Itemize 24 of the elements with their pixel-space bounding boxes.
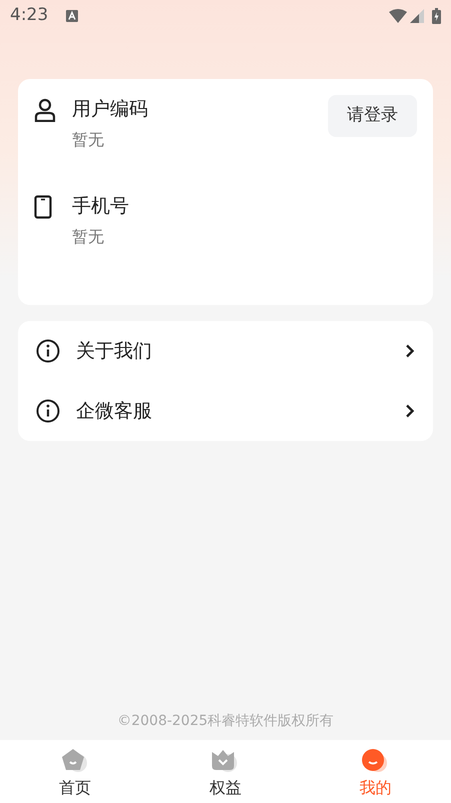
- menu-item[interactable]: 企微客服: [18, 381, 433, 441]
- face-icon: [361, 748, 390, 774]
- tab[interactable]: 权益: [150, 740, 300, 803]
- battery-icon: [432, 8, 441, 24]
- keyboard-icon: [66, 10, 78, 22]
- login-button[interactable]: 请登录: [328, 95, 417, 136]
- tab[interactable]: 首页: [0, 740, 150, 803]
- phone-icon: [34, 194, 52, 219]
- wifi-icon: [389, 9, 407, 23]
- pentagon-icon: [61, 748, 90, 774]
- signal-icon: [410, 9, 424, 23]
- field-value: 暂无: [72, 128, 105, 150]
- menu-item[interactable]: 关于我们: [18, 321, 433, 381]
- crown-icon: [211, 748, 240, 774]
- info-icon: [36, 339, 60, 363]
- info-icon: [36, 399, 60, 423]
- chevron-right-icon: [405, 344, 415, 358]
- copyright-text: ©2008-2025科睿特软件版权所有: [117, 713, 334, 729]
- field-label: 手机号: [72, 194, 130, 219]
- person-icon: [34, 98, 56, 122]
- chevron-right-icon: [405, 404, 415, 418]
- field-value: 暂无: [72, 226, 105, 248]
- clock: 4:23: [10, 4, 48, 28]
- field-label: 用户编码: [72, 97, 149, 122]
